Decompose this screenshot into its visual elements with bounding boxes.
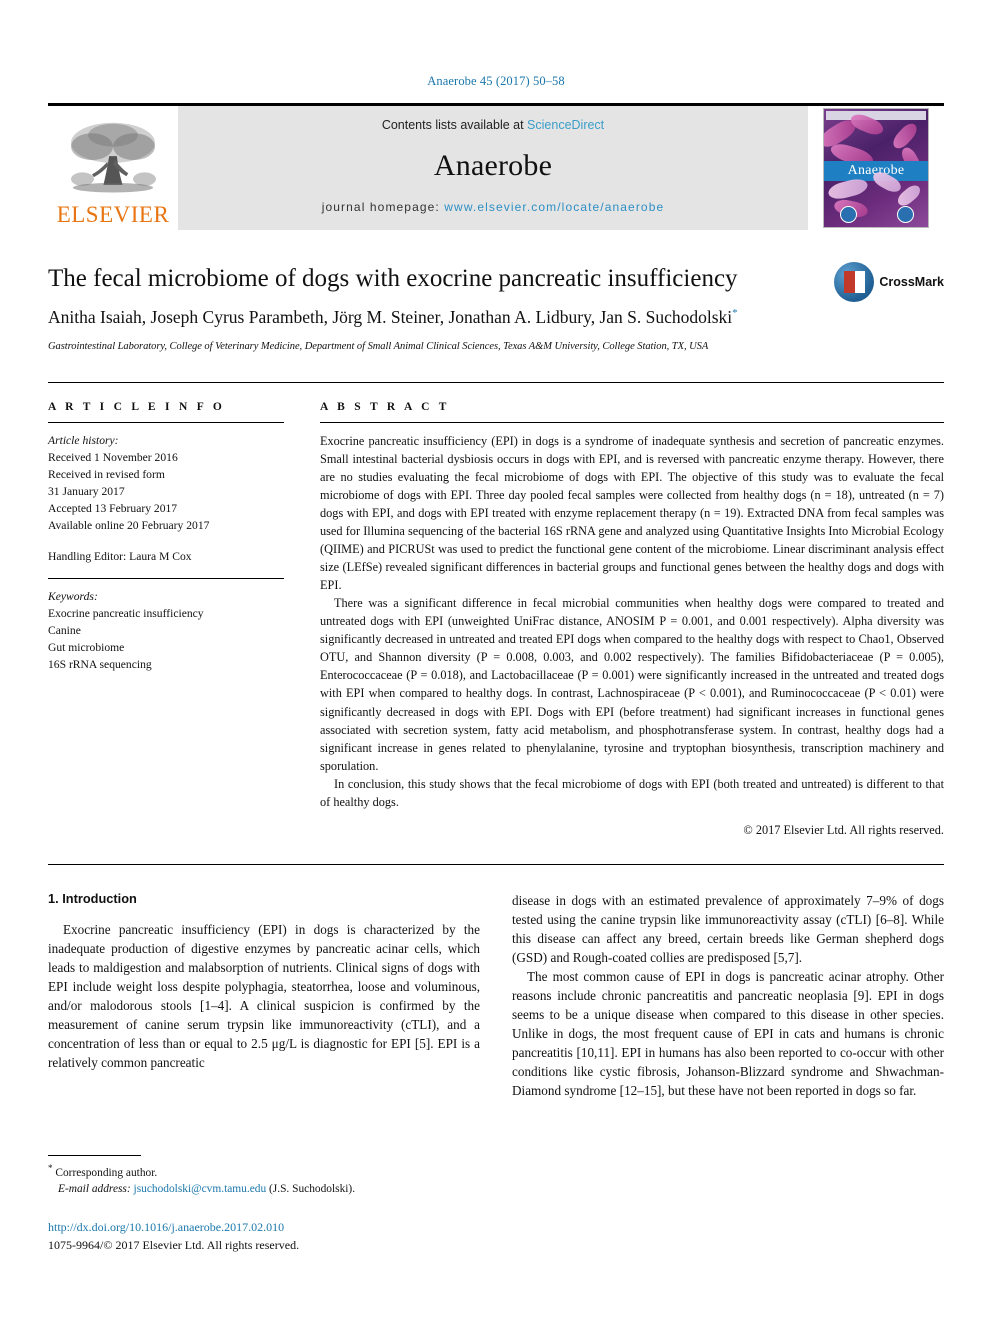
paper-page: Anaerobe 45 (2017) 50–58 ELSEVIER Conten… — [0, 0, 992, 1323]
abstract-heading: A B S T R A C T — [320, 400, 450, 413]
keyword-item: Exocrine pancreatic insufficiency — [48, 606, 204, 620]
crossmark-badge[interactable]: CrossMark — [834, 262, 944, 302]
affiliation: Gastrointestinal Laboratory, College of … — [48, 340, 709, 352]
homepage-prefix: journal homepage: — [321, 200, 445, 214]
corresponding-author-label: Corresponding author. — [55, 1166, 158, 1179]
author-list: Anitha Isaiah, Joseph Cyrus Parambeth, J… — [48, 306, 944, 329]
crossmark-label: CrossMark — [879, 275, 944, 289]
authors-text: Anitha Isaiah, Joseph Cyrus Parambeth, J… — [48, 306, 733, 327]
article-info-heading: A R T I C L E I N F O — [48, 400, 226, 413]
abstract-copyright: © 2017 Elsevier Ltd. All rights reserved… — [743, 822, 944, 837]
history-item: Accepted 13 February 2017 — [48, 502, 178, 516]
page-title: The fecal microbiome of dogs with exocri… — [48, 265, 738, 292]
journal-cover-container: Anaerobe — [808, 106, 944, 230]
introduction-text-right: disease in dogs with an estimated preval… — [512, 891, 944, 1100]
running-head: Anaerobe 45 (2017) 50–58 — [427, 74, 565, 88]
contents-list-line: Contents lists available at ScienceDirec… — [382, 118, 604, 132]
handling-editor: Handling Editor: Laura M Cox — [48, 549, 192, 563]
body-paragraph: Exocrine pancreatic insufficiency (EPI) … — [48, 921, 480, 1070]
body-separator-rule — [48, 863, 944, 865]
issn-copyright-line: 1075-9964/© 2017 Elsevier Ltd. All right… — [48, 1238, 300, 1252]
history-item: Available online 20 February 2017 — [48, 519, 210, 533]
cover-top-strip — [826, 111, 926, 120]
sciencedirect-link[interactable]: ScienceDirect — [527, 118, 604, 132]
publisher-name: ELSEVIER — [56, 202, 170, 227]
body-paragraph: The most common cause of EPI in dogs is … — [512, 968, 944, 1098]
footnote-text: * Corresponding author. E-mail address: … — [48, 1162, 480, 1198]
journal-cover-image: Anaerobe — [823, 108, 929, 228]
email-line: E-mail address: jsuchodolski@cvm.tamu.ed… — [48, 1181, 480, 1198]
journal-homepage-line: journal homepage: www.elsevier.com/locat… — [322, 200, 665, 214]
keywords-block: Keywords: Exocrine pancreatic insufficie… — [48, 588, 284, 674]
footnote-block: * Corresponding author. E-mail address: … — [48, 1155, 480, 1198]
abstract-column: A B S T R A C T Exocrine pancreatic insu… — [320, 401, 944, 838]
keywords-rule — [48, 577, 284, 579]
footnote-rule — [48, 1155, 141, 1156]
section-heading-introduction: 1. Introduction — [48, 890, 137, 906]
keyword-item: Gut microbiome — [48, 641, 125, 655]
body-paragraph: disease in dogs with an estimated preval… — [512, 892, 944, 965]
body-column-right: disease in dogs with an estimated preval… — [512, 891, 944, 1100]
info-abstract-region: A R T I C L E I N F O Article history: R… — [48, 381, 944, 838]
masthead-center: Contents lists available at ScienceDirec… — [178, 106, 808, 230]
footer-block: http://dx.doi.org/10.1016/j.anaerobe.201… — [48, 1218, 568, 1254]
corresponding-author-note: * Corresponding author. — [48, 1162, 480, 1181]
elsevier-tree-icon — [71, 122, 156, 193]
body-column-left: 1. Introduction Exocrine pancreatic insu… — [48, 891, 480, 1100]
journal-masthead: ELSEVIER Contents lists available at Sci… — [48, 103, 944, 230]
history-item: Received in revised form — [48, 467, 165, 481]
abstract-paragraph: In conclusion, this study shows that the… — [320, 776, 944, 809]
journal-homepage-link[interactable]: www.elsevier.com/locate/anaerobe — [444, 200, 664, 214]
abstract-body: Exocrine pancreatic insufficiency (EPI) … — [320, 432, 944, 811]
crossmark-icon — [834, 262, 875, 302]
contents-prefix: Contents lists available at — [381, 118, 528, 132]
society-logo-icon — [840, 206, 857, 223]
society-logo-icon — [897, 206, 914, 223]
keyword-item: Canine — [48, 624, 81, 637]
history-item: 31 January 2017 — [48, 485, 125, 499]
title-block: CrossMark The fecal microbiome of dogs w… — [48, 262, 944, 352]
publisher-logo: ELSEVIER — [48, 106, 178, 230]
abstract-paragraph: Exocrine pancreatic insufficiency (EPI) … — [320, 433, 944, 593]
email-suffix: (J.S. Suchodolski). — [269, 1183, 356, 1196]
introduction-text-left: Exocrine pancreatic insufficiency (EPI) … — [48, 920, 480, 1072]
abstract-paragraph: There was a significant difference in fe… — [320, 596, 944, 773]
article-history-block: Article history: Received 1 November 201… — [48, 432, 284, 565]
email-label: E-mail address: — [58, 1183, 131, 1196]
article-info-rule — [48, 421, 284, 423]
keyword-item: 16S rRNA sequencing — [48, 658, 152, 672]
abstract-rule — [320, 421, 944, 423]
journal-title: Anaerobe — [433, 149, 553, 182]
body-columns: 1. Introduction Exocrine pancreatic insu… — [48, 891, 944, 1100]
corresponding-author-marker: * — [732, 306, 738, 319]
article-info-column: A R T I C L E I N F O Article history: R… — [48, 401, 284, 838]
article-history-label: Article history: — [48, 433, 119, 447]
email-link[interactable]: jsuchodolski@cvm.tamu.edu — [134, 1183, 267, 1195]
footnote-marker: * — [48, 1163, 53, 1173]
doi-link[interactable]: http://dx.doi.org/10.1016/j.anaerobe.201… — [48, 1218, 568, 1236]
keywords-label: Keywords: — [48, 589, 98, 603]
history-item: Received 1 November 2016 — [48, 450, 178, 464]
